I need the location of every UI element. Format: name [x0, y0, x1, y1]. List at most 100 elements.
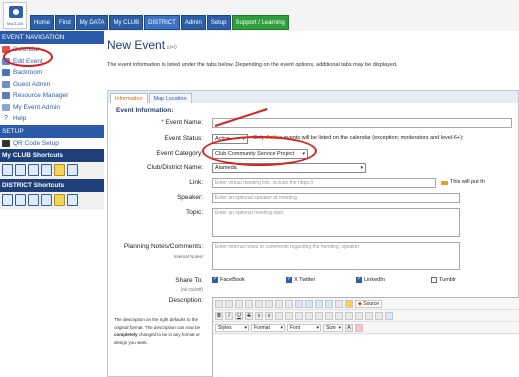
maximize-icon[interactable]: [215, 299, 223, 308]
sidebar-item-my-event-admin[interactable]: My Event Admin: [0, 102, 104, 114]
indent-icon[interactable]: [315, 311, 323, 320]
tab-find[interactable]: Find: [55, 15, 75, 30]
shortcut-calendar-icon[interactable]: [54, 164, 65, 176]
cut-icon[interactable]: [225, 299, 233, 308]
notes-input[interactable]: Enter internal notes or comments regardi…: [212, 242, 460, 270]
font-dropdown[interactable]: Font: [287, 323, 321, 332]
align-center-icon[interactable]: [345, 311, 353, 320]
checkbox-icon[interactable]: [212, 276, 218, 283]
superscript-icon[interactable]: x: [265, 311, 273, 320]
myclub-logo[interactable]: MyCLUB: [3, 2, 27, 29]
sidebar-item-qr-code-setup[interactable]: QR Code Setup: [0, 138, 104, 150]
bold-icon[interactable]: B: [215, 311, 223, 320]
shortcut-search-icon[interactable]: [15, 194, 26, 206]
source-button[interactable]: ◆ Source: [355, 299, 383, 308]
horizontal-line-icon[interactable]: [315, 299, 323, 308]
shortcut-home-icon[interactable]: [2, 164, 13, 176]
share-x-twitter[interactable]: X Twitter: [286, 276, 315, 283]
image-icon[interactable]: [295, 299, 303, 308]
shortcut-calendar-icon[interactable]: [54, 194, 65, 206]
setup-header: SETUP: [0, 124, 104, 138]
paste-word-icon[interactable]: [265, 299, 273, 308]
form-tabs: Information Map Location: [108, 91, 518, 103]
embed-icon[interactable]: [375, 311, 383, 320]
main-nav-tabs: Home Find My DATA My CLUB DISTRICT Admin…: [30, 15, 290, 30]
sidebar-item-help[interactable]: ? Help: [0, 113, 104, 125]
share-sublabel: (All On/Off): [180, 287, 203, 292]
text-color-icon[interactable]: A: [345, 323, 353, 332]
sidebar-item-label: Guest Admin: [13, 80, 51, 88]
qr-icon: [2, 139, 10, 147]
outdent-icon[interactable]: [305, 311, 313, 320]
bullet-list-icon[interactable]: [295, 311, 303, 320]
shortcut-people-icon[interactable]: [28, 194, 39, 206]
topic-label: Topic:: [186, 209, 203, 216]
help-icon: ?: [4, 115, 8, 123]
undo-icon[interactable]: [275, 299, 283, 308]
description-label: Description:: [168, 297, 203, 304]
justify-icon[interactable]: [365, 311, 373, 320]
speaker-input[interactable]: Enter an optional speaker at meeting: [212, 193, 460, 203]
checkbox-icon[interactable]: [356, 276, 362, 283]
tab-admin[interactable]: Admin: [180, 15, 206, 30]
link-input[interactable]: Enter virtual meeting link, include the …: [212, 178, 436, 188]
tab-support-learning[interactable]: Support / Learning: [231, 15, 289, 30]
person-icon: [2, 80, 10, 88]
shortcut-people-icon[interactable]: [28, 164, 39, 176]
tab-my-data[interactable]: My DATA: [75, 15, 109, 30]
tab-home[interactable]: Home: [30, 15, 55, 30]
shortcut-mail-icon[interactable]: [41, 194, 52, 206]
share-tumblr[interactable]: Tumblr: [431, 277, 456, 283]
size-dropdown[interactable]: Size: [323, 323, 343, 332]
tab-map-location[interactable]: Map Location: [148, 93, 192, 103]
format-dropdown[interactable]: Format: [251, 323, 285, 332]
shortcut-search-icon[interactable]: [15, 164, 26, 176]
checkbox-icon[interactable]: [286, 276, 292, 283]
align-right-icon[interactable]: [355, 311, 363, 320]
checkbox-icon[interactable]: [431, 277, 437, 283]
event-name-input[interactable]: [212, 118, 512, 128]
subscript-icon[interactable]: x: [255, 311, 263, 320]
tab-information[interactable]: Information: [110, 93, 148, 103]
align-left-icon[interactable]: [335, 311, 343, 320]
share-facebook[interactable]: FaceBook: [212, 276, 245, 283]
editor-content-area[interactable]: [213, 335, 519, 377]
sidebar-item-label: Resource Manager: [13, 92, 69, 99]
topic-input[interactable]: Enter an optional meeting topic: [212, 208, 460, 237]
sidebar-item-guest-admin[interactable]: Guest Admin: [0, 79, 104, 91]
copy-icon[interactable]: [235, 299, 243, 308]
remove-format-icon[interactable]: [275, 311, 283, 320]
paste-text-icon[interactable]: [255, 299, 263, 308]
paste-icon[interactable]: [245, 299, 253, 308]
source-icon: ◆: [358, 300, 362, 307]
italic-icon[interactable]: I: [225, 311, 233, 320]
tab-district[interactable]: DISTRICT: [144, 15, 180, 30]
shortcut-report-icon[interactable]: [67, 164, 78, 176]
club-district-label: Club/District Name:: [147, 164, 203, 171]
logo-text: MyCLUB: [6, 21, 23, 26]
link-label: Link:: [189, 179, 203, 186]
numbered-list-icon[interactable]: [285, 311, 293, 320]
share-linkedin[interactable]: LinkedIn: [356, 276, 385, 283]
district-shortcuts-header: DISTRICT Shortcuts: [0, 179, 104, 192]
table-icon[interactable]: [305, 299, 313, 308]
club-shortcuts-header: My CLUB Shortcuts: [0, 149, 104, 162]
sidebar-item-backroom[interactable]: Backroom: [0, 67, 104, 79]
background-color-icon[interactable]: [355, 323, 363, 332]
shortcut-person-icon[interactable]: [67, 194, 78, 206]
styles-dropdown[interactable]: Styles: [215, 323, 249, 332]
underline-icon[interactable]: U: [235, 311, 243, 320]
blockquote-icon[interactable]: [325, 311, 333, 320]
sidebar-item-resource-manager[interactable]: Resource Manager: [0, 90, 104, 102]
special-char-icon[interactable]: [325, 299, 333, 308]
tab-my-club[interactable]: My CLUB: [109, 15, 144, 30]
strike-icon[interactable]: S: [245, 311, 253, 320]
description-editor[interactable]: ◆ Source B I U S x x Styles ▾ Format ▾ F…: [212, 297, 519, 377]
link-icon[interactable]: [335, 299, 343, 308]
shortcut-mail-icon[interactable]: [41, 164, 52, 176]
redo-icon[interactable]: [285, 299, 293, 308]
tab-setup[interactable]: Setup: [206, 15, 231, 30]
flag-icon[interactable]: [385, 311, 393, 320]
shortcut-list-icon[interactable]: [2, 194, 13, 206]
anchor-icon[interactable]: [345, 299, 353, 308]
